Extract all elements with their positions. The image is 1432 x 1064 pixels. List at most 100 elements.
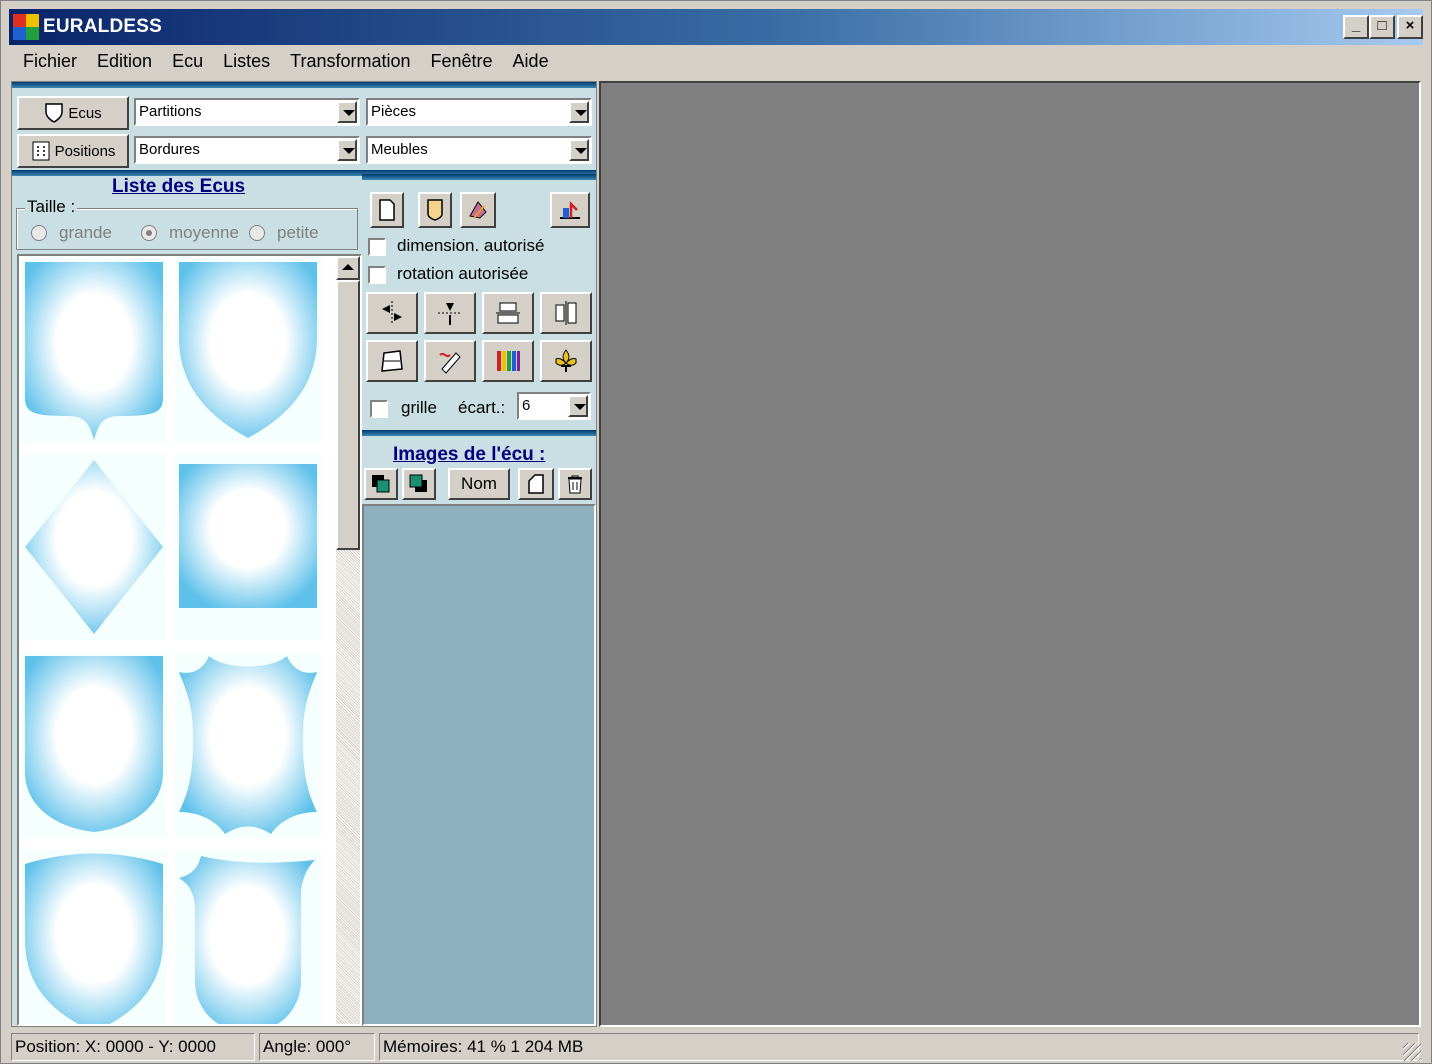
size-moyenne-radio[interactable] — [141, 225, 157, 241]
partitions-select[interactable]: Partitions — [134, 98, 360, 126]
window-title: EURALDESS — [43, 16, 162, 37]
scroll-up-icon[interactable] — [336, 256, 360, 280]
copy-image-button[interactable] — [518, 468, 554, 500]
new-page-icon — [379, 199, 395, 221]
shields-list[interactable] — [17, 254, 362, 1026]
shield-icon — [45, 103, 64, 123]
panel-header-strip — [12, 82, 596, 88]
flip-horizontal-button[interactable] — [366, 292, 418, 334]
pencil-icon — [439, 352, 461, 374]
center-vertical-button[interactable] — [482, 292, 534, 334]
shields-scrollbar[interactable] — [336, 256, 360, 1024]
spacing-value: 6 — [522, 397, 531, 414]
shield-scalloped-icon — [179, 656, 317, 834]
paint-hand-icon — [469, 201, 487, 219]
size-group-label: Taille : — [25, 197, 78, 217]
spacing-select[interactable]: 6 — [517, 392, 591, 420]
send-back-button[interactable] — [402, 468, 436, 500]
partitions-dropdown-icon[interactable] — [337, 101, 357, 123]
shield-thumb-5[interactable] — [21, 652, 167, 838]
scroll-thumb[interactable] — [336, 280, 360, 550]
shield-thumb-7[interactable] — [21, 850, 167, 1024]
shield-horned-icon — [179, 856, 315, 1024]
menu-ecu[interactable]: Ecu — [162, 51, 213, 72]
resize-grip-icon[interactable] — [1403, 1043, 1421, 1061]
center-horizontal-button[interactable] — [540, 292, 592, 334]
tools-strip — [362, 174, 596, 180]
grid-checkbox[interactable] — [370, 400, 388, 418]
new-shield-button[interactable] — [418, 192, 452, 228]
meubles-dropdown-icon[interactable] — [569, 139, 589, 161]
close-button[interactable]: × — [1397, 15, 1423, 39]
export-chart-icon — [560, 200, 580, 219]
menu-listes[interactable]: Listes — [213, 51, 280, 72]
menu-transformation[interactable]: Transformation — [280, 51, 420, 72]
maximize-button[interactable]: □ — [1369, 15, 1395, 39]
images-strip — [362, 430, 596, 436]
status-memory: Mémoires: 41 % 1 204 MB — [379, 1033, 1419, 1061]
ecus-button[interactable]: Ecus — [17, 96, 129, 130]
shield-rounded-base-icon — [25, 656, 163, 832]
bordures-value: Bordures — [139, 141, 200, 158]
flip-vertical-button[interactable] — [424, 292, 476, 334]
fleur-de-lis-icon — [555, 349, 577, 372]
paint-shield-button[interactable] — [460, 192, 496, 228]
spacing-label: écart.: — [458, 398, 506, 417]
bring-front-button[interactable] — [364, 468, 398, 500]
status-bar: Position: X: 0000 - Y: 0000 Angle: 000° … — [9, 1031, 1423, 1063]
colors-button[interactable] — [482, 340, 534, 382]
name-button-label: Nom — [461, 474, 497, 493]
spacing-dropdown-icon[interactable] — [568, 395, 588, 417]
bring-to-front-icon — [372, 475, 390, 493]
menu-fenetre[interactable]: Fenêtre — [421, 51, 503, 72]
tool-panel: Ecus Positions Partitions Pièces Bordure… — [11, 81, 597, 1027]
grid-label: grille — [401, 398, 437, 417]
page-corner-icon — [528, 474, 544, 494]
fleur-de-lis-button[interactable] — [540, 340, 592, 382]
shield-pointed-base-icon — [25, 262, 163, 440]
dimension-checkbox[interactable] — [368, 238, 386, 256]
rotation-checkbox[interactable] — [368, 266, 386, 284]
positions-button[interactable]: Positions — [17, 134, 129, 168]
meubles-select[interactable]: Meubles — [366, 136, 592, 164]
shield-thumb-2[interactable] — [175, 258, 321, 444]
shield-square-icon — [179, 464, 317, 608]
ecus-list-title: Liste des Ecus — [112, 176, 246, 197]
menu-edition[interactable]: Edition — [87, 51, 162, 72]
title-bar[interactable]: EURALDESS _ □ × — [9, 9, 1423, 45]
drawing-canvas[interactable] — [599, 81, 1421, 1027]
shield-thumb-3[interactable] — [21, 454, 167, 640]
trash-icon — [568, 475, 582, 494]
bordures-select[interactable]: Bordures — [134, 136, 360, 164]
bordures-dropdown-icon[interactable] — [337, 139, 357, 161]
send-to-back-icon — [409, 474, 427, 492]
pieces-value: Pièces — [371, 103, 417, 120]
main-window: EURALDESS _ □ × Fichier Edition Ecu List… — [0, 0, 1432, 1064]
shield-thumb-8[interactable] — [175, 850, 321, 1024]
size-groupbox: Taille : grande moyenne petite — [16, 197, 358, 250]
menu-fichier[interactable]: Fichier — [13, 51, 87, 72]
images-title: Images de l'écu : — [393, 444, 546, 465]
align-middle-icon — [555, 301, 577, 325]
pieces-dropdown-icon[interactable] — [569, 101, 589, 123]
delete-image-button[interactable] — [558, 468, 592, 500]
new-document-button[interactable] — [370, 192, 404, 228]
minimize-button[interactable]: _ — [1343, 15, 1369, 39]
flip-horizontal-icon — [382, 301, 402, 325]
draw-button[interactable] — [424, 340, 476, 382]
size-petite-radio[interactable] — [249, 225, 265, 241]
menu-bar: Fichier Edition Ecu Listes Transformatio… — [9, 45, 1423, 77]
menu-aide[interactable]: Aide — [503, 51, 559, 72]
shield-thumb-6[interactable] — [175, 652, 321, 838]
pieces-select[interactable]: Pièces — [366, 98, 592, 126]
shield-images-list[interactable] — [362, 504, 596, 1026]
size-grande-label: grande — [59, 223, 112, 242]
size-grande-radio[interactable] — [31, 225, 47, 241]
shield-thumb-1[interactable] — [21, 258, 167, 444]
transform-button[interactable] — [366, 340, 418, 382]
export-button[interactable] — [550, 192, 590, 228]
shield-thumb-4[interactable] — [175, 454, 321, 640]
shield-heater-icon — [179, 262, 317, 438]
name-button[interactable]: Nom — [448, 468, 510, 500]
partitions-value: Partitions — [139, 103, 202, 120]
